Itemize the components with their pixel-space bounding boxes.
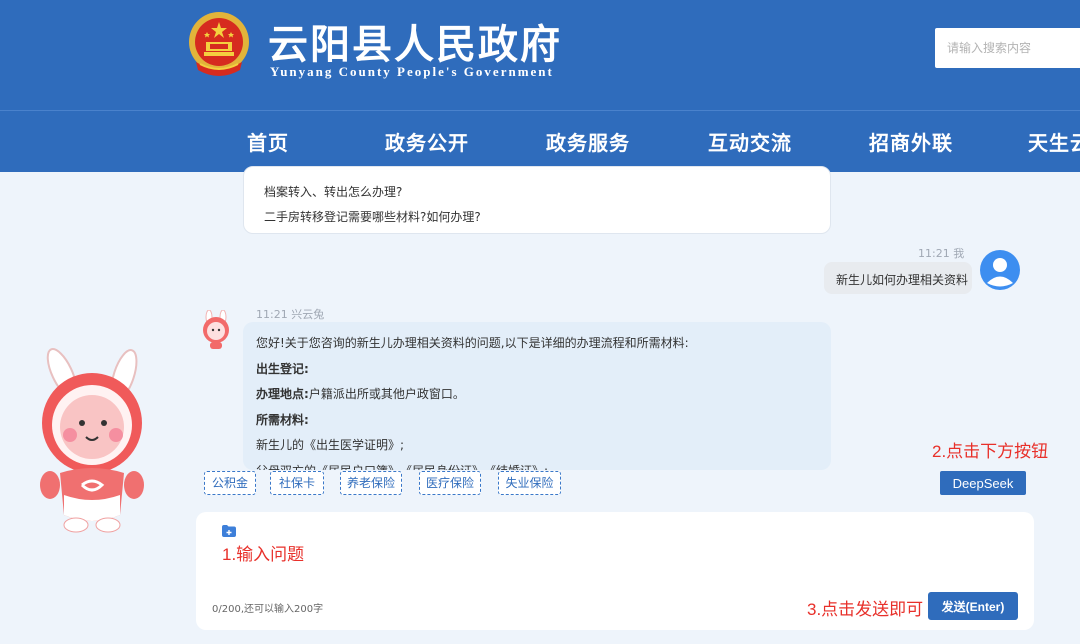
site-title: 云阳县人民政府 — [268, 21, 562, 68]
bot-avatar-icon — [203, 310, 229, 349]
nav-item-home[interactable]: 首页 — [247, 127, 289, 156]
char-count: 0/200,还可以输入200字 — [212, 604, 324, 615]
national-emblem-icon — [189, 12, 249, 76]
nav-item-investment[interactable]: 招商外联 — [869, 127, 953, 156]
suggestion-item-archive[interactable]: 档案转入、转出怎么办理? — [264, 183, 402, 200]
tag-pension-insurance[interactable]: 养老保险 — [340, 471, 402, 495]
bot-line-birth-cert: 新生儿的《出生医学证明》; — [256, 438, 405, 452]
main-nav: 首页 政务公开 政务服务 互动交流 招商外联 天生云 — [0, 110, 1080, 172]
nav-item-tianshengyun[interactable]: 天生云 — [1028, 127, 1080, 156]
bot-line-location-label: 办理地点: — [256, 387, 309, 401]
deepseek-button[interactable]: DeepSeek — [940, 471, 1026, 495]
bot-message-bubble: 您好!关于您咨询的新生儿办理相关资料的问题,以下是详细的办理流程和所需材料: 出… — [243, 322, 831, 470]
suggestion-card: 档案转入、转出怎么办理? 二手房转移登记需要哪些材料?如何办理? — [243, 166, 831, 234]
bot-message-time: 11:21 — [256, 308, 288, 321]
bot-message-meta: 11:21 兴云兔 — [256, 306, 324, 322]
tag-unemployment-insurance[interactable]: 失业保险 — [498, 471, 561, 495]
tag-social-security-card[interactable]: 社保卡 — [270, 471, 324, 495]
search-input[interactable] — [935, 28, 1080, 68]
user-message-sender: 我 — [953, 247, 965, 260]
bot-message-sender: 兴云兔 — [291, 308, 325, 321]
rabbit-mascot-icon — [40, 348, 144, 533]
user-message-meta: 11:21 我 — [918, 245, 964, 261]
bot-line-location-value: 户籍派出所或其他户政窗口。 — [308, 387, 465, 401]
user-message-bubble: 新生儿如何办理相关资料 — [824, 262, 972, 294]
bot-line-location: 办理地点:户籍派出所或其他户政窗口。 — [256, 385, 465, 402]
question-input[interactable] — [222, 540, 1002, 592]
user-avatar-icon — [980, 250, 1020, 290]
bot-line-birth-registration: 出生登记: — [256, 362, 309, 376]
bot-line-intro: 您好!关于您咨询的新生儿办理相关资料的问题,以下是详细的办理流程和所需材料: — [256, 336, 689, 350]
nav-item-interaction[interactable]: 互动交流 — [708, 127, 792, 156]
site-header: 云阳县人民政府 Yunyang County People's Governme… — [0, 0, 1080, 110]
tag-medical-insurance[interactable]: 医疗保险 — [419, 471, 481, 495]
hint-step-3: 3.点击发送即可 — [807, 600, 924, 619]
folder-add-icon[interactable] — [222, 525, 236, 537]
nav-item-gov-services[interactable]: 政务服务 — [546, 127, 630, 156]
nav-item-gov-affairs-public[interactable]: 政务公开 — [385, 127, 469, 156]
user-message-time: 11:21 — [918, 247, 950, 260]
bot-line-parents-docs: 父母双方的《居民户口簿》、《居民身份证》、《结婚证》; — [256, 462, 548, 470]
site-subtitle: Yunyang County People's Government — [270, 64, 554, 79]
bot-line-materials: 所需材料: — [256, 413, 309, 427]
input-panel: 0/200,还可以输入200字 3.点击发送即可 发送(Enter) — [196, 512, 1034, 630]
send-button[interactable]: 发送(Enter) — [928, 592, 1018, 620]
tag-housing-fund[interactable]: 公积金 — [204, 471, 256, 495]
suggestion-item-house-transfer[interactable]: 二手房转移登记需要哪些材料?如何办理? — [264, 208, 481, 225]
hint-step-2: 2.点击下方按钮 — [932, 442, 1049, 461]
